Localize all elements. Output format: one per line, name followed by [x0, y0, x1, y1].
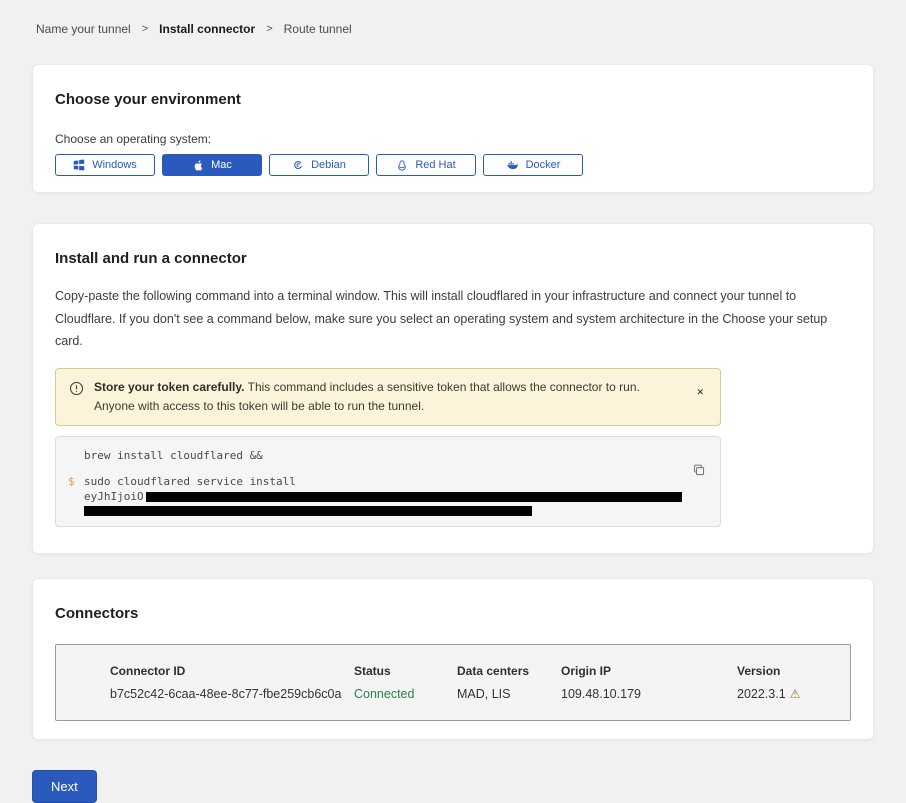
column-header-data-centers: Data centers [457, 664, 561, 678]
origin-ip-value: 109.48.10.179 [561, 687, 737, 701]
os-select-label: Choose an operating system: [55, 132, 851, 146]
redacted-token-bar [146, 492, 682, 502]
connectors-title: Connectors [55, 605, 851, 622]
breadcrumb: Name your tunnel > Install connector > R… [0, 0, 906, 36]
choose-environment-card: Choose your environment Choose an operat… [32, 64, 874, 193]
connectors-table: Connector ID Status Data centers Origin … [55, 644, 851, 721]
os-button-label: Debian [311, 159, 346, 171]
column-header-origin-ip: Origin IP [561, 664, 737, 678]
token-warning-banner: Store your token carefully. This command… [55, 368, 721, 426]
install-description: Copy-paste the following command into a … [55, 285, 851, 353]
code-line-brew: brew install cloudflared && [84, 449, 676, 463]
column-header-connector-id: Connector ID [110, 664, 354, 678]
version-value: 2022.3.1 [737, 687, 786, 701]
token-warning-title: Store your token carefully. [94, 380, 245, 394]
redhat-icon [396, 159, 408, 172]
install-command-codeblock: brew install cloudflared && $ sudo cloud… [55, 436, 721, 527]
os-button-redhat[interactable]: Red Hat [376, 154, 476, 176]
connector-id-value: b7c52c42-6caa-48ee-8c77-fbe259cb6c0a [110, 687, 354, 701]
info-circle-icon [69, 381, 84, 401]
os-button-docker[interactable]: Docker [483, 154, 583, 176]
docker-icon [506, 159, 519, 171]
column-header-version: Version [737, 664, 834, 678]
os-button-mac[interactable]: Mac [162, 154, 262, 176]
token-warning-text: Store your token carefully. This command… [94, 378, 680, 416]
breadcrumb-name-your-tunnel[interactable]: Name your tunnel [36, 22, 131, 36]
breadcrumb-install-connector[interactable]: Install connector [159, 22, 255, 36]
install-connector-title: Install and run a connector [55, 250, 851, 267]
os-button-debian[interactable]: Debian [269, 154, 369, 176]
status-badge: Connected [354, 687, 457, 701]
os-button-label: Windows [92, 159, 137, 171]
redacted-token-bar [84, 506, 532, 516]
windows-icon [73, 159, 85, 171]
token-line: eyJhIjoiO [84, 490, 676, 504]
os-button-label: Red Hat [415, 159, 455, 171]
os-button-label: Docker [526, 159, 561, 171]
token-prefix: eyJhIjoiO [84, 490, 144, 503]
column-header-status: Status [354, 664, 457, 678]
debian-icon [292, 159, 304, 171]
shell-prompt: $ [68, 475, 75, 489]
connectors-card: Connectors Connector ID Status Data cent… [32, 578, 874, 740]
install-connector-card: Install and run a connector Copy-paste t… [32, 223, 874, 554]
code-command-text: sudo cloudflared service install [84, 475, 296, 488]
os-button-label: Mac [211, 159, 232, 171]
copy-icon[interactable] [690, 461, 708, 482]
breadcrumb-separator: > [266, 23, 272, 35]
warning-triangle-icon: ⚠ [790, 687, 801, 701]
next-button[interactable]: Next [32, 770, 97, 803]
apple-icon [192, 159, 204, 172]
version-cell: 2022.3.1 ⚠ [737, 687, 834, 701]
code-line-sudo: $ sudo cloudflared service install [84, 475, 676, 489]
close-icon[interactable]: ✕ [690, 384, 710, 401]
os-button-windows[interactable]: Windows [55, 154, 155, 176]
breadcrumb-separator: > [142, 23, 148, 35]
choose-environment-title: Choose your environment [55, 91, 851, 108]
breadcrumb-route-tunnel[interactable]: Route tunnel [284, 22, 352, 36]
os-button-group: Windows Mac Debian Red Hat Docker [55, 154, 851, 176]
data-centers-value: MAD, LIS [457, 687, 561, 701]
